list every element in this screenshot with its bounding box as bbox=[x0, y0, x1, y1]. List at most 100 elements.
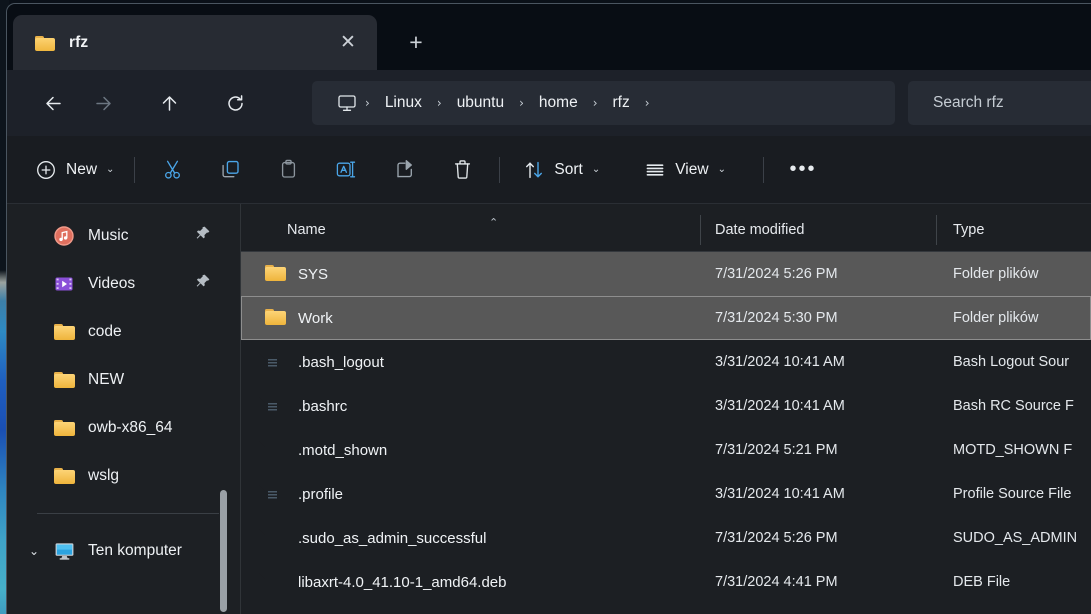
new-button-label: New bbox=[66, 160, 98, 178]
table-row[interactable]: .bashrc 3/31/2024 10:41 AM Bash RC Sourc… bbox=[241, 384, 1091, 428]
sidebar-item-label: Music bbox=[88, 227, 129, 244]
breadcrumb-separator[interactable]: › bbox=[357, 96, 378, 110]
copy-button[interactable] bbox=[207, 148, 253, 192]
sort-button[interactable]: Sort ⌄ bbox=[512, 149, 611, 191]
new-button[interactable]: New ⌄ bbox=[27, 150, 126, 190]
file-name-cell: Work bbox=[241, 309, 701, 328]
folder-icon bbox=[53, 465, 75, 487]
breadcrumb[interactable]: › Linux › ubuntu › home › rfz › bbox=[312, 81, 895, 125]
view-button[interactable]: View ⌄ bbox=[633, 149, 737, 191]
view-button-label: View bbox=[675, 160, 709, 178]
table-row[interactable]: .bash_logout 3/31/2024 10:41 AM Bash Log… bbox=[241, 340, 1091, 384]
blank-file-icon bbox=[265, 529, 286, 548]
navigation-sidebar: Music Videos code NEW owb-x86_64 wslg ⌄ … bbox=[7, 204, 241, 614]
breadcrumb-item-home[interactable]: home bbox=[532, 90, 585, 116]
delete-button[interactable] bbox=[439, 148, 485, 192]
file-name-cell: .profile bbox=[241, 485, 701, 504]
sidebar-item-new[interactable]: NEW bbox=[15, 356, 233, 404]
breadcrumb-item-ubuntu[interactable]: ubuntu bbox=[450, 90, 511, 116]
file-type-cell: Bash Logout Sour bbox=[953, 354, 1070, 370]
sidebar-item-ten-komputer[interactable]: ⌄ Ten komputer bbox=[15, 527, 233, 575]
sidebar-item-music[interactable]: Music bbox=[15, 212, 233, 260]
column-header-name[interactable]: Name bbox=[241, 204, 701, 251]
pin-icon[interactable] bbox=[195, 273, 211, 294]
sidebar-item-label: Videos bbox=[88, 275, 136, 292]
file-type-cell: Profile Source File bbox=[953, 486, 1072, 502]
sidebar-item-label: Ten komputer bbox=[88, 542, 182, 559]
toolbar-divider bbox=[134, 156, 136, 183]
text-file-icon bbox=[265, 353, 286, 372]
file-name-label: SYS bbox=[298, 265, 329, 283]
music-icon bbox=[53, 225, 75, 247]
text-file-icon bbox=[265, 397, 286, 416]
folder-icon bbox=[265, 309, 286, 328]
file-name-cell: libaxrt-4.0_41.10-1_amd64.deb bbox=[241, 573, 701, 592]
plus-circle-icon bbox=[37, 160, 55, 179]
sort-arrows-icon bbox=[526, 161, 543, 178]
breadcrumb-separator[interactable]: › bbox=[511, 96, 532, 110]
sidebar-item-videos[interactable]: Videos bbox=[15, 260, 233, 308]
pin-icon[interactable] bbox=[195, 225, 211, 246]
file-date-cell: 7/31/2024 5:26 PM bbox=[715, 530, 838, 546]
chevron-down-icon: ⌄ bbox=[717, 164, 726, 175]
search-placeholder: Search rfz bbox=[933, 94, 1004, 111]
breadcrumb-separator[interactable]: › bbox=[429, 96, 450, 110]
file-name-label: .sudo_as_admin_successful bbox=[298, 529, 487, 547]
file-name-label: .bashrc bbox=[298, 397, 348, 415]
more-options-button[interactable]: ••• bbox=[780, 149, 826, 191]
file-name-label: .bash_logout bbox=[298, 353, 384, 371]
monitor-icon bbox=[338, 95, 356, 111]
file-type-cell: Bash RC Source F bbox=[953, 398, 1074, 414]
file-date-cell: 7/31/2024 4:41 PM bbox=[715, 574, 838, 590]
table-row[interactable]: .profile 3/31/2024 10:41 AM Profile Sour… bbox=[241, 472, 1091, 516]
explorer-body: Music Videos code NEW owb-x86_64 wslg ⌄ … bbox=[7, 204, 1091, 614]
sidebar-item-code[interactable]: code bbox=[15, 308, 233, 356]
rename-button[interactable] bbox=[323, 148, 369, 192]
up-button[interactable] bbox=[147, 81, 191, 125]
copy-icon bbox=[222, 160, 239, 178]
folder-icon bbox=[265, 265, 286, 284]
refresh-button[interactable] bbox=[213, 81, 257, 125]
folder-icon bbox=[53, 321, 75, 343]
file-name-label: Work bbox=[298, 309, 333, 327]
column-header-date-modified[interactable]: Date modified bbox=[701, 204, 937, 251]
tab-strip: rfz ✕ + bbox=[7, 4, 1091, 70]
file-name-label: .profile bbox=[298, 485, 344, 503]
sort-ascending-indicator: ⌃ bbox=[489, 216, 499, 229]
new-tab-button[interactable]: + bbox=[400, 28, 432, 56]
table-row[interactable]: libaxrt-4.0_41.10-1_amd64.deb 7/31/2024 … bbox=[241, 560, 1091, 604]
column-header-name-label: Name bbox=[287, 222, 326, 238]
back-button[interactable] bbox=[31, 81, 75, 125]
clipboard-icon bbox=[281, 159, 295, 178]
breadcrumb-separator[interactable]: › bbox=[585, 96, 606, 110]
table-row[interactable]: Work 7/31/2024 5:30 PM Folder plików bbox=[241, 296, 1091, 340]
forward-button[interactable] bbox=[81, 81, 125, 125]
table-row[interactable]: SYS 7/31/2024 5:26 PM Folder plików bbox=[241, 252, 1091, 296]
file-name-label: libaxrt-4.0_41.10-1_amd64.deb bbox=[298, 573, 507, 591]
table-row[interactable]: .motd_shown 7/31/2024 5:21 PM MOTD_SHOWN… bbox=[241, 428, 1091, 472]
sidebar-item-owb-x86_64[interactable]: owb-x86_64 bbox=[15, 404, 233, 452]
search-input[interactable]: Search rfz bbox=[908, 81, 1091, 125]
share-button[interactable] bbox=[381, 148, 427, 192]
breadcrumb-item-rfz[interactable]: rfz bbox=[606, 90, 637, 116]
navigation-bar: › Linux › ubuntu › home › rfz › Search r… bbox=[7, 70, 1091, 136]
blank-file-icon bbox=[265, 573, 286, 592]
cut-button[interactable] bbox=[149, 148, 195, 192]
sidebar-scrollbar-thumb[interactable] bbox=[220, 490, 227, 612]
close-icon[interactable]: ✕ bbox=[333, 28, 363, 58]
tab-title: rfz bbox=[69, 33, 89, 51]
rename-icon bbox=[337, 161, 356, 178]
file-type-cell: Folder plików bbox=[953, 266, 1039, 282]
tab-rfz[interactable]: rfz ✕ bbox=[13, 15, 377, 70]
monitor-icon bbox=[53, 540, 75, 562]
breadcrumb-item-linux[interactable]: Linux bbox=[378, 90, 429, 116]
breadcrumb-separator[interactable]: › bbox=[637, 96, 658, 110]
trash-icon bbox=[454, 160, 470, 179]
sidebar-item-wslg[interactable]: wslg bbox=[15, 452, 233, 500]
column-header-type[interactable]: Type bbox=[937, 204, 1091, 251]
chevron-down-icon[interactable]: ⌄ bbox=[29, 544, 39, 558]
share-icon bbox=[397, 160, 412, 178]
sidebar-item-label: owb-x86_64 bbox=[88, 419, 173, 436]
paste-button[interactable] bbox=[265, 148, 311, 192]
table-row[interactable]: .sudo_as_admin_successful 7/31/2024 5:26… bbox=[241, 516, 1091, 560]
